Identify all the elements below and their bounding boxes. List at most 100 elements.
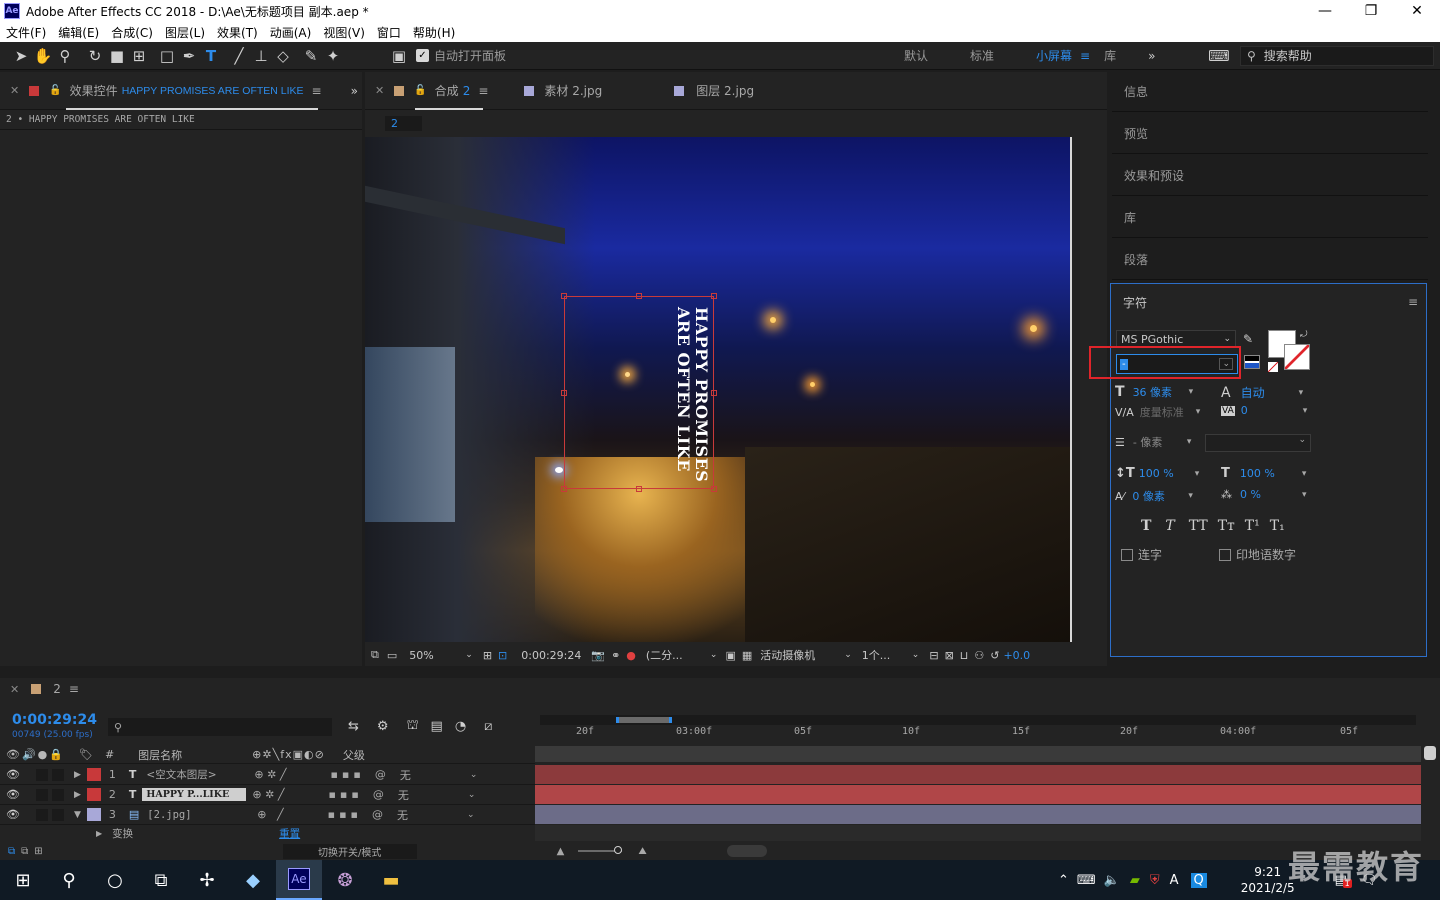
toggle-switches-modes[interactable]: 切换开关/模式 — [282, 843, 417, 859]
expand-arrow-icon[interactable]: ▶ — [74, 790, 81, 800]
views-select[interactable]: 1个... — [862, 647, 912, 663]
zoom-tool-icon[interactable]: ⚲ — [54, 45, 76, 67]
time-ruler[interactable]: 20f 03:00f 05f 10f 15f 20f 04:00f 05f — [540, 726, 1420, 742]
eraser-app-icon[interactable]: ◆ — [230, 860, 276, 900]
timeline-scrollbar[interactable] — [726, 845, 767, 857]
chevron-down-icon[interactable]: ▾ — [1302, 490, 1307, 500]
volume-icon[interactable]: 🔈 — [1104, 873, 1120, 888]
file-explorer-icon[interactable]: ▬ — [368, 860, 414, 900]
workspace-menu-icon[interactable]: ≡ — [1080, 49, 1090, 63]
visibility-eye-icon[interactable]: 👁 — [6, 788, 20, 801]
security-icon[interactable]: ⛨ — [1150, 873, 1160, 888]
layer-name[interactable]: HAPPY P...LIKE — [142, 788, 247, 801]
parent-select[interactable]: 无 — [398, 787, 468, 803]
menu-file[interactable]: 文件(F) — [6, 24, 46, 41]
menu-window[interactable]: 窗口 — [377, 24, 401, 41]
layer-name[interactable]: <空文本图层> — [146, 767, 242, 782]
black-white-icon[interactable] — [1244, 355, 1260, 369]
clock-time[interactable]: 9:21 — [1254, 864, 1281, 880]
transform-row[interactable]: ▶ 变换 重置 — [0, 825, 535, 841]
exposure-value[interactable]: +0.0 — [1003, 649, 1030, 662]
cortana-icon[interactable]: ○ — [92, 860, 138, 900]
resolution-select[interactable]: (二分... — [646, 647, 710, 663]
camera-tool-icon[interactable]: ■ — [106, 45, 128, 67]
auto-open-checkbox[interactable]: ✓ — [416, 49, 429, 62]
layer-row[interactable]: 👁 ▼ 3 ▤ [2.jpg] ⊕ ╱ ▪▪▪ @ 无 ⌄ — [0, 805, 535, 825]
ligatures-checkbox[interactable] — [1121, 548, 1133, 561]
eraser-tool-icon[interactable]: ◇ — [272, 45, 294, 67]
chevron-down-icon[interactable]: ▾ — [1189, 387, 1194, 397]
panel-effects-presets[interactable]: 效果和预设 — [1112, 156, 1428, 196]
shy-layers-icon[interactable]: ⛫ — [407, 718, 419, 735]
mask-icon[interactable]: ⊡ — [498, 649, 507, 662]
menu-help[interactable]: 帮助(H) — [413, 24, 455, 41]
layer-row[interactable]: 👁 ▶ 2 T HAPPY P...LIKE ⊕ ✲ ╱ ▪▪▪ @ 无 ⌄ — [0, 785, 535, 805]
chevron-down-icon[interactable]: ⌄ — [465, 650, 473, 660]
keyboard-icon[interactable]: ⌨ — [1208, 45, 1230, 67]
menu-effect[interactable]: 效果(T) — [217, 24, 258, 41]
chevron-down-icon[interactable]: ▾ — [1303, 406, 1308, 416]
menu-layer[interactable]: 图层(L) — [165, 24, 205, 41]
close-comp-tab-icon[interactable]: ✕ — [375, 84, 384, 97]
eyedropper-icon[interactable]: ✎ — [1243, 332, 1253, 346]
kerning-value[interactable]: 度量标准 — [1140, 404, 1196, 420]
zoom-slider[interactable] — [578, 846, 623, 854]
comp-breadcrumb[interactable]: 2 — [385, 115, 422, 131]
tab-composition[interactable]: 合成 — [435, 82, 459, 99]
menu-animation[interactable]: 动画(A) — [270, 24, 312, 41]
clone-stamp-tool-icon[interactable]: ⊥ — [250, 45, 272, 67]
draft-3d-icon[interactable]: ⚙ — [377, 719, 389, 734]
workspace-standard[interactable]: 标准 — [970, 47, 994, 64]
zoom-select[interactable]: 50% — [409, 649, 465, 662]
chevron-down-icon[interactable]: ⌄ — [844, 650, 852, 660]
pen-tool-icon[interactable]: ✒ — [178, 45, 200, 67]
network-icon[interactable]: ⌨ — [1077, 873, 1096, 888]
chevron-down-icon[interactable]: ⌄ — [470, 770, 478, 780]
effect-controls-tab[interactable]: 效果控件 — [70, 82, 118, 99]
layer-label-color[interactable] — [86, 808, 101, 821]
show-snapshot-icon[interactable]: ⚭ — [611, 649, 620, 662]
snapshot-icon[interactable]: 📷 — [591, 649, 605, 662]
work-area-range[interactable] — [616, 717, 672, 723]
chevron-down-icon[interactable]: ▾ — [1299, 388, 1304, 398]
stroke-width-value[interactable]: - 像素 — [1133, 434, 1187, 450]
stroke-type-select[interactable]: ⌄ — [1205, 434, 1311, 452]
menu-composition[interactable]: 合成(C) — [111, 24, 153, 41]
layer-bar[interactable] — [535, 765, 1421, 784]
superscript-button[interactable]: T¹ — [1245, 518, 1260, 534]
minimize-button[interactable]: — — [1302, 0, 1348, 22]
panel-info[interactable]: 信息 — [1112, 72, 1428, 112]
workspaces-more-button[interactable]: » — [1148, 49, 1155, 63]
chevron-down-icon[interactable]: ▾ — [1195, 469, 1200, 479]
search-help-input[interactable]: 搜索帮助 — [1264, 47, 1312, 64]
workspace-default[interactable]: 默认 — [904, 47, 928, 64]
parent-header[interactable]: 父级 — [343, 747, 365, 763]
tsume-value[interactable]: 0 % — [1240, 488, 1302, 501]
graph-editor-icon[interactable]: ⧄ — [484, 719, 492, 734]
timeline-search[interactable]: ⚲ — [108, 718, 332, 736]
timeline-timecode[interactable]: 0:00:29:24 — [12, 712, 97, 728]
frame-blending-icon[interactable]: ▤ — [431, 719, 443, 734]
timeline-icon[interactable]: ⊔ — [960, 649, 969, 662]
flowchart-icon[interactable]: ⚇ — [974, 649, 984, 662]
tab-composition-name[interactable]: 2 — [463, 84, 471, 98]
expand-panel-icon[interactable]: » — [351, 84, 358, 98]
zoom-in-icon[interactable]: ⛰ — [638, 846, 646, 857]
chevron-down-icon[interactable]: ▾ — [1188, 491, 1193, 501]
stroke-color-swatch[interactable] — [1284, 344, 1310, 370]
panel-menu-icon[interactable]: ≡ — [312, 84, 322, 98]
motion-blur-icon[interactable]: ◔ — [455, 719, 466, 734]
timeline-scroll-knob[interactable] — [1424, 746, 1436, 760]
parent-select[interactable]: 无 — [397, 807, 467, 823]
baseline-shift-value[interactable]: 0 像素 — [1132, 488, 1188, 504]
transfer-controls-icon[interactable]: ⊞ — [34, 846, 42, 857]
always-preview-icon[interactable]: ⧉ — [371, 648, 379, 662]
after-effects-app-icon[interactable]: Ae — [276, 860, 322, 900]
comp-menu-icon[interactable]: ≡ — [478, 84, 488, 98]
chevron-down-icon[interactable]: ⌄ — [710, 650, 718, 660]
brush-tool-icon[interactable]: ╱ — [228, 45, 250, 67]
search-icon[interactable]: ⚲ — [46, 860, 92, 900]
type-tool-icon[interactable]: T — [200, 45, 222, 67]
chevron-down-icon[interactable]: ⌄ — [468, 790, 476, 800]
parent-select[interactable]: 无 — [400, 767, 470, 783]
